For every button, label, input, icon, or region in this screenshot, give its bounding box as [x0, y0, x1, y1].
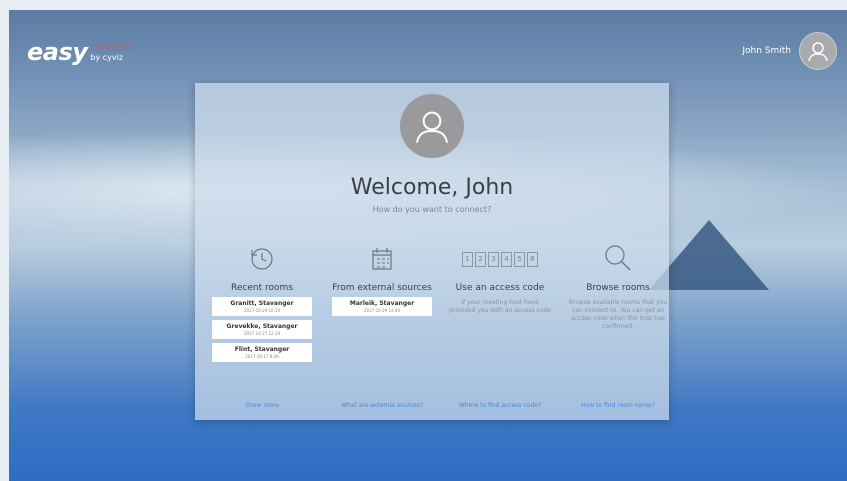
access-code-icon[interactable]: 123456: [441, 241, 559, 277]
room-date: 2017-10-27 12:19: [243, 331, 281, 336]
external-room-item[interactable]: Marleik, Stavanger 2017-10-29 14:00: [332, 297, 432, 316]
external-sources-title: From external sources: [332, 283, 432, 293]
browse-rooms-title: Browse rooms: [586, 283, 650, 293]
welcome-title: Welcome, John: [350, 175, 514, 200]
user-avatar-icon[interactable]: [799, 32, 837, 70]
option-browse-rooms: Browse rooms Browse available rooms that…: [559, 241, 677, 331]
user-avatar-large-icon: [400, 94, 464, 158]
user-name[interactable]: John Smith: [742, 46, 791, 56]
room-name: Grevekke, Stavanger: [226, 323, 298, 330]
option-access-code: 123456 Use an access code If your meetin…: [441, 241, 559, 315]
room-name: Flint, Stavanger: [234, 346, 290, 353]
browse-rooms-description: Browse available rooms that you can conn…: [568, 299, 668, 330]
code-digit-box[interactable]: 4: [501, 251, 512, 267]
code-digit-box[interactable]: 3: [488, 251, 499, 267]
show-more-link[interactable]: Show more: [203, 402, 321, 409]
search-icon[interactable]: [559, 241, 677, 277]
recent-room-item[interactable]: Grevekke, Stavanger 2017-10-27 12:19: [212, 320, 312, 339]
room-date: 2017-10-17 8:49: [245, 354, 279, 359]
background-screen: easy connect by cyviz John Smith Welcome…: [9, 10, 847, 481]
room-date: 2017-10-29 10:19: [243, 308, 281, 313]
recent-room-item[interactable]: Flint, Stavanger 2017-10-17 8:49: [212, 343, 312, 362]
logo-main-text: easy: [27, 38, 88, 66]
browse-rooms-help-link[interactable]: How to find room name?: [559, 402, 677, 409]
history-clock-icon: [203, 241, 321, 277]
access-code-title: Use an access code: [455, 283, 545, 293]
code-digit-box[interactable]: 5: [514, 251, 525, 267]
room-date: 2017-10-29 14:00: [363, 308, 401, 313]
welcome-subtitle: How do you want to connect?: [372, 205, 492, 214]
code-digit-box[interactable]: 2: [475, 251, 486, 267]
option-recent-rooms: Recent rooms Granitt, Stavanger 2017-10-…: [203, 241, 321, 362]
logo-side: connect by cyviz: [90, 42, 131, 63]
recent-room-item[interactable]: Granitt, Stavanger 2017-10-29 10:19: [212, 297, 312, 316]
app-logo: easy connect by cyviz: [27, 38, 130, 66]
room-name: Marleik, Stavanger: [349, 300, 415, 307]
recent-rooms-title: Recent rooms: [231, 283, 293, 293]
calendar-icon: [323, 241, 441, 277]
window-frame: easy connect by cyviz John Smith Welcome…: [0, 0, 847, 481]
option-external-sources: From external sources Marleik, Stavanger…: [323, 241, 441, 316]
welcome-card: Welcome, John How do you want to connect…: [195, 83, 669, 420]
access-code-help-link[interactable]: Where to find access code?: [441, 402, 559, 409]
external-sources-help-link[interactable]: What are external sources?: [323, 402, 441, 409]
code-digit-box[interactable]: 6: [527, 251, 538, 267]
logo-by-text: by cyviz: [90, 53, 124, 62]
code-digit-box[interactable]: 1: [462, 251, 473, 267]
access-code-description: If your meeting host have provided you w…: [449, 299, 551, 314]
logo-connect-text: connect: [90, 42, 131, 53]
room-name: Granitt, Stavanger: [230, 300, 294, 307]
user-menu[interactable]: John Smith: [742, 32, 837, 70]
